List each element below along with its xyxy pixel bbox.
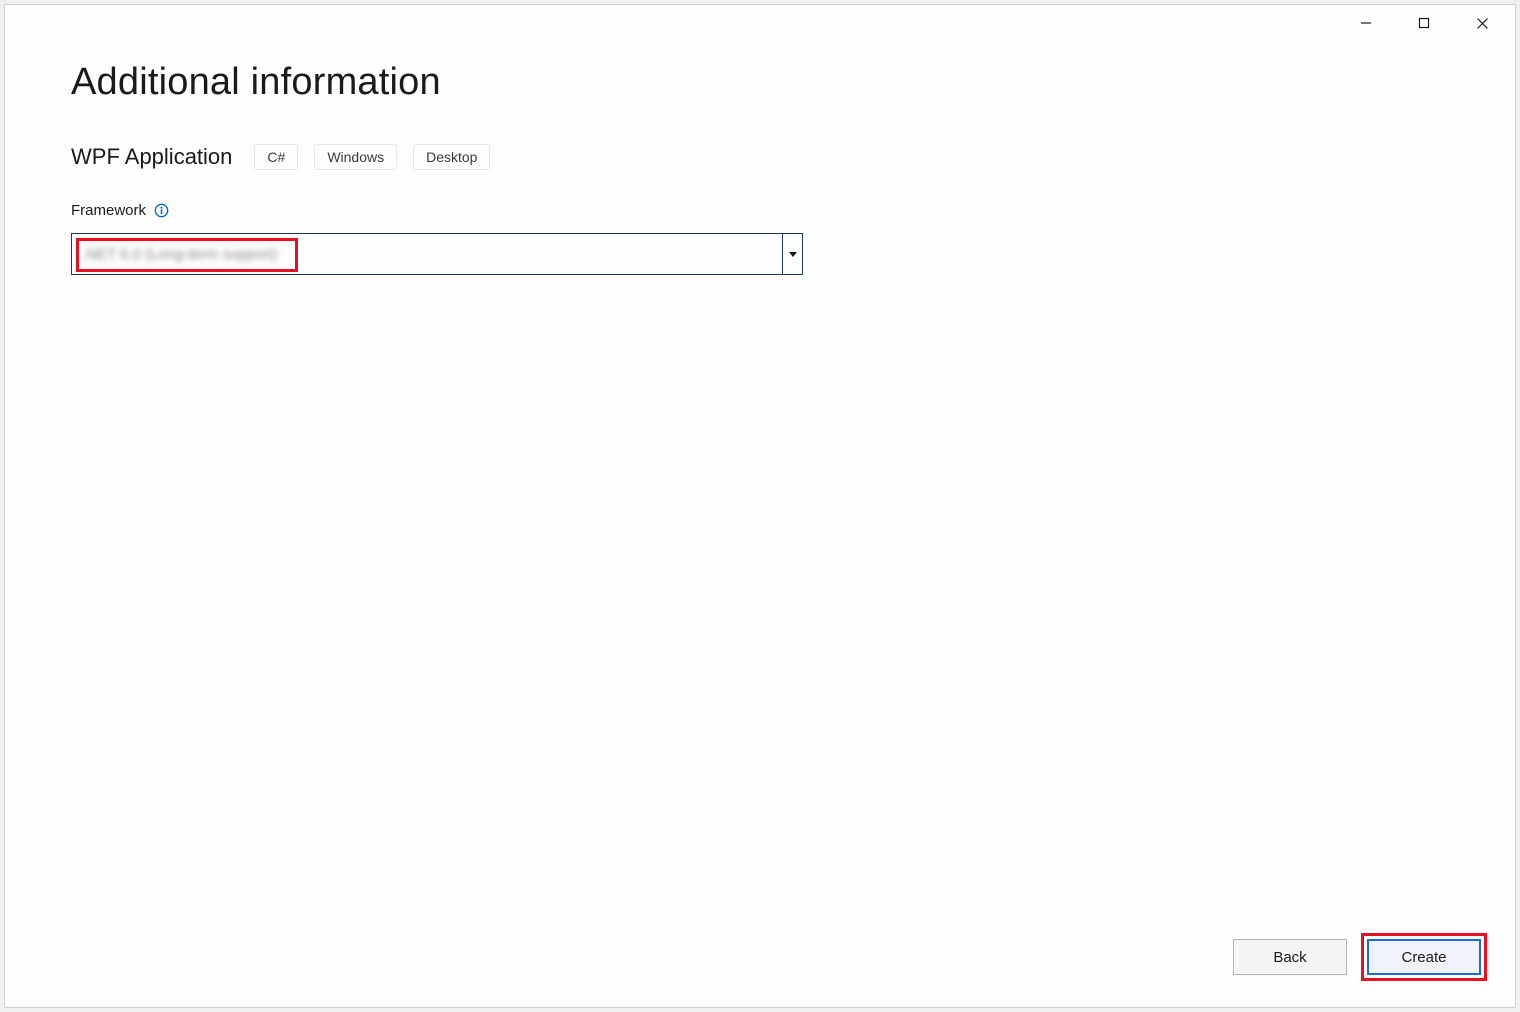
framework-select-arrow[interactable]: [782, 234, 802, 274]
highlight-annotation-create: Create: [1361, 933, 1487, 981]
framework-select-value: .NET 6.0 (Long-term support): [82, 246, 278, 263]
framework-label-row: Framework: [71, 202, 1449, 219]
chevron-down-icon: [789, 252, 797, 257]
info-icon[interactable]: [153, 203, 169, 219]
maximize-icon: [1418, 17, 1430, 29]
project-type-label: WPF Application: [71, 144, 232, 170]
tag-language: C#: [254, 144, 298, 170]
close-icon: [1476, 17, 1489, 30]
framework-select-text: .NET 6.0 (Long-term support): [72, 234, 782, 274]
content-area: Additional information WPF Application C…: [5, 41, 1515, 1007]
minimize-icon: [1360, 17, 1372, 29]
maximize-button[interactable]: [1395, 7, 1453, 39]
minimize-button[interactable]: [1337, 7, 1395, 39]
titlebar: [5, 5, 1515, 41]
close-button[interactable]: [1453, 7, 1511, 39]
page-title: Additional information: [71, 61, 1449, 104]
back-button[interactable]: Back: [1233, 939, 1347, 975]
tag-category: Desktop: [413, 144, 490, 170]
framework-label: Framework: [71, 202, 146, 219]
framework-select[interactable]: .NET 6.0 (Long-term support): [71, 233, 803, 275]
create-button[interactable]: Create: [1367, 939, 1481, 975]
dialog-window: Additional information WPF Application C…: [4, 4, 1516, 1008]
footer-buttons: Back Create: [1233, 933, 1487, 981]
tag-platform: Windows: [314, 144, 397, 170]
subtitle-row: WPF Application C# Windows Desktop: [71, 144, 1449, 170]
